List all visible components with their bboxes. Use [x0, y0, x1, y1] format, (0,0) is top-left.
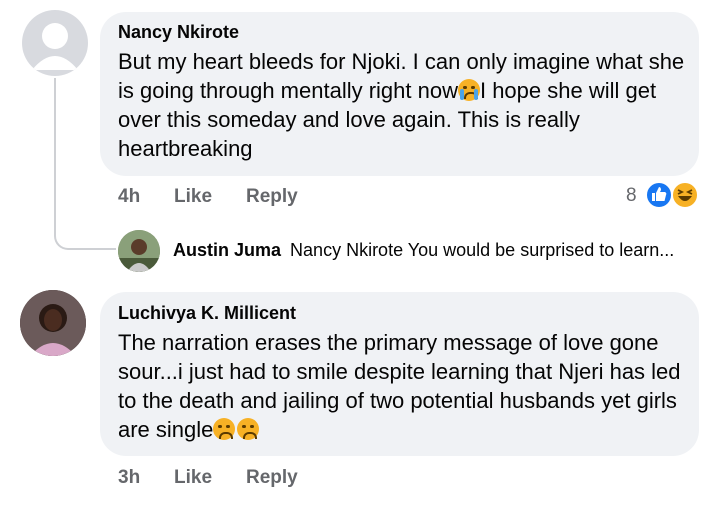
profile-photo: [118, 230, 160, 272]
reply-button[interactable]: Reply: [246, 186, 298, 208]
haha-reaction-icon: [671, 181, 699, 209]
profile-photo: [20, 290, 86, 356]
like-button[interactable]: Like: [174, 186, 212, 208]
reaction-count: 8: [626, 185, 637, 206]
comment-text-part: The narration erases the primary message…: [118, 330, 681, 442]
default-profile-icon: [32, 23, 78, 70]
comment-author-name[interactable]: Luchivya K. Millicent: [118, 303, 296, 324]
loudly-crying-face-icon: [457, 79, 480, 101]
austin-juma-avatar[interactable]: [118, 230, 160, 272]
worried-face-icon: [237, 418, 260, 440]
like-reaction-icon: [645, 181, 673, 209]
reply-author-name[interactable]: Austin Juma: [173, 240, 281, 260]
luchivya-millicent-avatar[interactable]: [20, 290, 86, 356]
comment-timestamp[interactable]: 4h: [118, 186, 140, 208]
nancy-nkirote-avatar[interactable]: [22, 10, 88, 76]
reply-preview[interactable]: Austin Juma Nancy Nkirote You would be s…: [173, 240, 674, 261]
comment-timestamp[interactable]: 3h: [118, 467, 140, 489]
reply-button[interactable]: Reply: [246, 467, 298, 489]
reaction-summary[interactable]: 8: [626, 180, 704, 210]
comment-text: But my heart bleeds for Njoki. I can onl…: [118, 47, 688, 163]
worried-face-icon: [213, 418, 236, 440]
comment-text: The narration erases the primary message…: [118, 328, 688, 444]
reply-preview-text: Nancy Nkirote You would be surprised to …: [290, 240, 675, 260]
like-button[interactable]: Like: [174, 467, 212, 489]
comment-author-name[interactable]: Nancy Nkirote: [118, 22, 239, 43]
